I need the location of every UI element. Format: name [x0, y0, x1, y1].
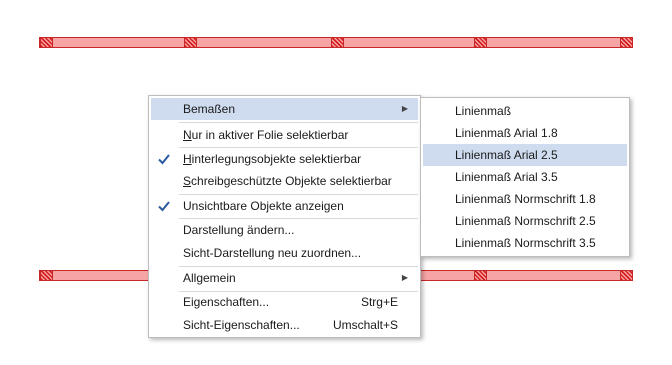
menu-item-hinterlegungsobjekte[interactable]: Hinterlegungsobjekte selektierbar — [151, 148, 418, 170]
chevron-right-icon: ▶ — [401, 104, 408, 113]
wall-top[interactable] — [39, 37, 633, 48]
wall-joint — [184, 37, 197, 48]
wall-joint — [40, 37, 53, 48]
menu-item-darstellung-aendern[interactable]: Darstellung ändern... — [151, 219, 418, 241]
menu-item-bemassen[interactable]: Bemaßen ▶ — [151, 98, 418, 120]
submenu-item-normschrift-2-5[interactable]: Linienmaß Normschrift 2.5 — [423, 210, 627, 232]
shortcut-label: Strg+E — [360, 295, 398, 309]
wall-joint — [40, 270, 53, 281]
check-icon — [158, 201, 170, 212]
submenu-item-normschrift-1-8[interactable]: Linienmaß Normschrift 1.8 — [423, 188, 627, 210]
menu-item-sicht-eigenschaften[interactable]: Sicht-Eigenschaften... Umschalt+S — [151, 314, 418, 336]
wall-joint — [474, 37, 487, 48]
menu-item-sicht-darstellung[interactable]: Sicht-Darstellung neu zuordnen... — [151, 242, 418, 264]
shortcut-label: Umschalt+S — [332, 318, 398, 332]
menu-item-nur-in-aktiver-folie[interactable]: Nur in aktiver Folie selektierbar — [151, 124, 418, 146]
submenu-item-normschrift-3-5[interactable]: Linienmaß Normschrift 3.5 — [423, 232, 627, 254]
submenu-item-arial-2-5[interactable]: Linienmaß Arial 2.5 — [423, 144, 627, 166]
submenu-item-arial-1-8[interactable]: Linienmaß Arial 1.8 — [423, 122, 627, 144]
menu-separator — [179, 122, 418, 123]
menu-item-eigenschaften[interactable]: Eigenschaften... Strg+E — [151, 291, 418, 313]
context-menu: Bemaßen ▶ Nur in aktiver Folie selektier… — [148, 95, 421, 338]
submenu-item-linienmass[interactable]: Linienmaß — [423, 100, 627, 122]
wall-joint — [620, 37, 633, 48]
menu-item-unsichtbare-objekte[interactable]: Unsichtbare Objekte anzeigen — [151, 195, 418, 217]
check-icon — [158, 154, 170, 165]
menu-item-schreibgeschuetzte[interactable]: Schreibgeschützte Objekte selektierbar — [151, 170, 418, 192]
submenu-item-arial-3-5[interactable]: Linienmaß Arial 3.5 — [423, 166, 627, 188]
wall-joint — [331, 37, 344, 48]
wall-joint — [620, 270, 633, 281]
submenu-bemassen: Linienmaß Linienmaß Arial 1.8 Linienmaß … — [420, 97, 630, 257]
wall-joint — [474, 270, 487, 281]
chevron-right-icon: ▶ — [401, 273, 408, 282]
menu-item-allgemein[interactable]: Allgemein ▶ — [151, 267, 418, 289]
